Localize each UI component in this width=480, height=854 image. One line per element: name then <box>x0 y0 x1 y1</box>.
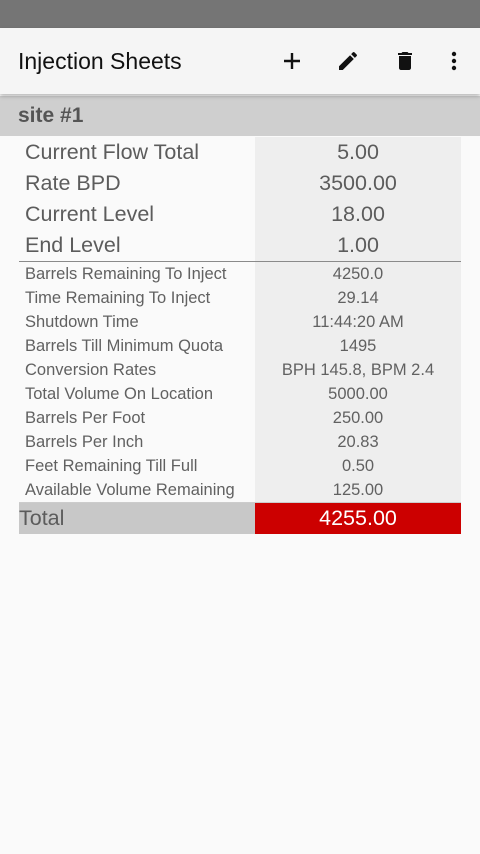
table-row-current-flow-total: Current Flow Total 5.00 <box>19 137 461 168</box>
table-row-rate-bpd: Rate BPD 3500.00 <box>19 168 461 199</box>
table-row-shutdown-time: Shutdown Time 11:44:20 AM <box>19 310 461 334</box>
table-row-total-volume: Total Volume On Location 5000.00 <box>19 382 461 406</box>
total-label: Total <box>19 503 255 534</box>
table-row-available-volume: Available Volume Remaining 125.00 <box>19 478 461 502</box>
row-label: Barrels Till Minimum Quota <box>25 337 224 355</box>
row-label: Barrels Per Inch <box>25 433 144 451</box>
more-vert-icon <box>451 51 457 71</box>
row-label: Current Level <box>25 202 155 226</box>
table-row-barrels-per-foot: Barrels Per Foot 250.00 <box>19 406 461 430</box>
site-header: site #1 <box>0 96 480 136</box>
row-value: 11:44:20 AM <box>255 310 461 334</box>
total-value: 4255.00 <box>255 503 461 534</box>
row-label: Time Remaining To Inject <box>25 289 211 307</box>
add-button[interactable] <box>276 45 308 77</box>
table-row-barrels-per-inch: Barrels Per Inch 20.83 <box>19 430 461 454</box>
total-row: Total 4255.00 <box>19 503 461 534</box>
table-row-current-level: Current Level 18.00 <box>19 199 461 230</box>
app-bar: Injection Sheets <box>0 28 480 94</box>
table-row-barrels-till-quota: Barrels Till Minimum Quota 1495 <box>19 334 461 358</box>
row-label: Conversion Rates <box>25 361 157 379</box>
table-row-end-level: End Level 1.00 <box>19 230 461 261</box>
table-row-feet-remaining: Feet Remaining Till Full 0.50 <box>19 454 461 478</box>
row-label: Rate BPD <box>25 171 121 195</box>
row-value: 1.00 <box>255 230 461 261</box>
row-value: 20.83 <box>255 430 461 454</box>
row-value: 29.14 <box>255 286 461 310</box>
row-value: 4250.0 <box>255 262 461 286</box>
status-bar <box>0 0 480 28</box>
row-value: 1495 <box>255 334 461 358</box>
table-row-barrels-remaining: Barrels Remaining To Inject 4250.0 <box>19 262 461 286</box>
row-value: 18.00 <box>255 199 461 230</box>
row-value: BPH 145.8, BPM 2.4 <box>255 358 461 382</box>
row-label: Total Volume On Location <box>25 385 214 403</box>
row-value: 5.00 <box>255 137 461 168</box>
site-name: site #1 <box>18 104 84 127</box>
row-label: Shutdown Time <box>25 313 139 331</box>
row-value: 125.00 <box>255 478 461 502</box>
app-title: Injection Sheets <box>18 48 182 74</box>
row-value: 250.00 <box>255 406 461 430</box>
table-row-time-remaining: Time Remaining To Inject 29.14 <box>19 286 461 310</box>
row-label: Barrels Remaining To Inject <box>25 265 227 283</box>
row-value: 0.50 <box>255 454 461 478</box>
edit-icon <box>339 51 358 70</box>
overflow-menu-button[interactable] <box>438 45 470 77</box>
add-icon <box>284 53 300 69</box>
row-label: Feet Remaining Till Full <box>25 457 198 475</box>
row-label: Barrels Per Foot <box>25 409 146 427</box>
edit-button[interactable] <box>332 45 364 77</box>
row-value: 5000.00 <box>255 382 461 406</box>
delete-button[interactable] <box>389 45 421 77</box>
injection-table: Current Flow Total 5.00 Rate BPD 3500.00… <box>19 137 461 534</box>
table-row-conversion-rates: Conversion Rates BPH 145.8, BPM 2.4 <box>19 358 461 382</box>
row-value: 3500.00 <box>255 168 461 199</box>
row-label: Available Volume Remaining <box>25 481 235 499</box>
row-label: End Level <box>25 233 121 257</box>
delete-icon <box>398 52 412 70</box>
row-label: Current Flow Total <box>25 140 200 164</box>
